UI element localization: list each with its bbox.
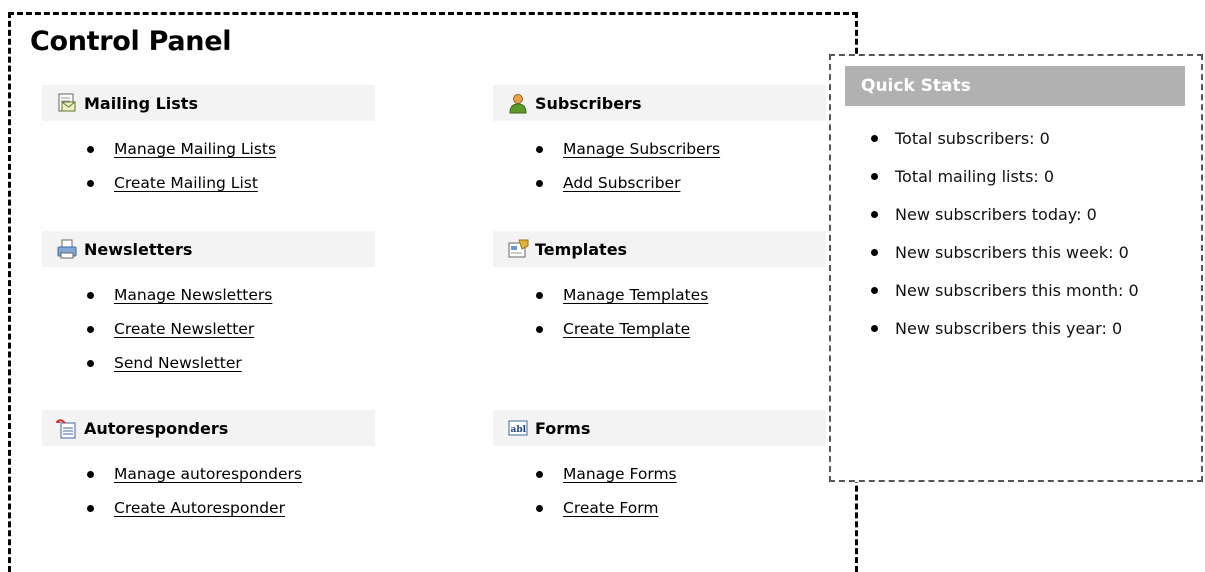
section-title-forms: Forms [535,418,591,438]
envelope-document-icon [56,92,78,114]
send-newsletter-link[interactable]: Send Newsletter [114,354,242,372]
list-item: Create Newsletter [87,312,272,346]
manage-forms-link[interactable]: Manage Forms [563,465,677,483]
list-item: Manage Forms [536,457,677,491]
list-item: Manage Newsletters [87,278,272,312]
add-subscriber-link[interactable]: Add Subscriber [563,174,680,192]
section-title-newsletters: Newsletters [84,239,193,259]
list-item: Create Template [536,312,708,346]
list-item: Manage autoresponders [87,457,302,491]
section-header-autoresponders: Autoresponders [42,410,375,446]
section-header-templates: Templates [493,231,826,267]
section-title-mailing-lists: Mailing Lists [84,93,198,113]
create-newsletter-link[interactable]: Create Newsletter [114,320,254,338]
form-field-icon: abl [507,417,529,439]
create-autoresponder-link[interactable]: Create Autoresponder [114,499,285,517]
list-item: Manage Mailing Lists [87,132,276,166]
stat-new-this-month: New subscribers this month: 0 [871,272,1171,310]
section-header-forms: abl Forms [493,410,826,446]
manage-subscribers-link[interactable]: Manage Subscribers [563,140,720,158]
printer-icon [56,238,78,260]
newsletters-links: Manage Newsletters Create Newsletter Sen… [87,278,272,380]
create-form-link[interactable]: Create Form [563,499,658,517]
section-header-newsletters: Newsletters [42,231,375,267]
stat-total-subscribers: Total subscribers: 0 [871,120,1171,158]
quick-stats-panel: Quick Stats Total subscribers: 0 Total m… [829,54,1203,482]
forms-links: Manage Forms Create Form [536,457,677,525]
list-item: Send Newsletter [87,346,272,380]
list-item: Create Form [536,491,677,525]
person-icon [507,92,529,114]
list-item: Manage Subscribers [536,132,720,166]
section-title-templates: Templates [535,239,628,259]
section-header-mailing-lists: Mailing Lists [42,85,375,121]
section-title-subscribers: Subscribers [535,93,642,113]
manage-mailing-lists-link[interactable]: Manage Mailing Lists [114,140,276,158]
stat-new-this-year: New subscribers this year: 0 [871,310,1171,348]
page-title: Control Panel [30,26,232,57]
templates-links: Manage Templates Create Template [536,278,708,346]
section-title-autoresponders: Autoresponders [84,418,229,438]
list-item: Create Autoresponder [87,491,302,525]
list-item: Add Subscriber [536,166,720,200]
create-mailing-list-link[interactable]: Create Mailing List [114,174,258,192]
create-template-link[interactable]: Create Template [563,320,690,338]
list-item: Manage Templates [536,278,708,312]
section-header-subscribers: Subscribers [493,85,826,121]
stat-new-this-week: New subscribers this week: 0 [871,234,1171,272]
subscribers-links: Manage Subscribers Add Subscriber [536,132,720,200]
template-icon [507,238,529,260]
manage-templates-link[interactable]: Manage Templates [563,286,708,304]
stat-total-mailing-lists: Total mailing lists: 0 [871,158,1171,196]
autoresponder-icon [56,417,78,439]
list-item: Create Mailing List [87,166,276,200]
quick-stats-list: Total subscribers: 0 Total mailing lists… [871,120,1171,348]
autoresponders-links: Manage autoresponders Create Autorespond… [87,457,302,525]
stat-new-today: New subscribers today: 0 [871,196,1171,234]
manage-newsletters-link[interactable]: Manage Newsletters [114,286,272,304]
manage-autoresponders-link[interactable]: Manage autoresponders [114,465,302,483]
svg-text:abl: abl [511,425,527,435]
quick-stats-title: Quick Stats [845,66,1185,106]
mailing-lists-links: Manage Mailing Lists Create Mailing List [87,132,276,200]
